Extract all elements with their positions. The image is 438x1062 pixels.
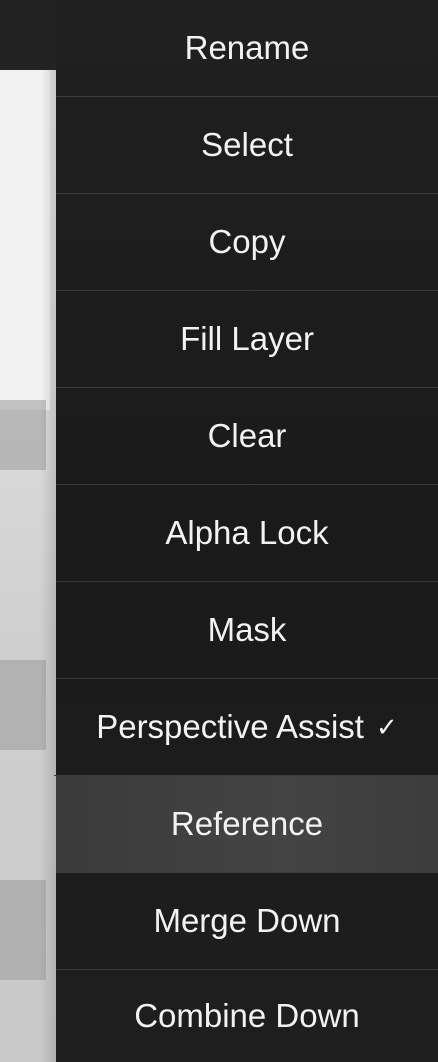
checkmark-icon: ✓ (375, 711, 398, 742)
menu-item-label: Combine Down (134, 997, 360, 1034)
menu-item-combine-down[interactable]: Combine Down (56, 970, 438, 1062)
panel-top-bar (0, 0, 56, 70)
menu-item-merge-down[interactable]: Merge Down (56, 873, 438, 970)
menu-item-mask[interactable]: Mask (56, 582, 438, 679)
layers-panel-background (0, 0, 64, 1062)
menu-item-clear[interactable]: Clear (56, 388, 438, 485)
menu-item-label: Rename (184, 29, 310, 66)
menu-item-rename[interactable]: Rename (56, 0, 438, 97)
menu-item-label: Select (201, 126, 293, 163)
menu-item-label: Perspective Assist (96, 708, 364, 745)
menu-item-alpha-lock[interactable]: Alpha Lock (56, 485, 438, 582)
layer-options-menu: Rename Select Copy Fill Layer Clear Alph… (54, 0, 438, 1062)
panel-shadow-edge (40, 70, 56, 1062)
menu-item-label: Merge Down (153, 902, 341, 939)
menu-item-label: Mask (207, 611, 287, 648)
menu-item-label: Alpha Lock (165, 514, 329, 551)
menu-item-label: Reference (170, 805, 324, 842)
menu-item-reference[interactable]: Reference (56, 776, 438, 873)
menu-item-perspective-assist[interactable]: Perspective Assist ✓ (54, 679, 438, 776)
menu-item-copy[interactable]: Copy (56, 194, 438, 291)
menu-item-label: Copy (208, 223, 286, 260)
menu-item-label: Fill Layer (180, 320, 314, 357)
menu-item-select[interactable]: Select (56, 97, 438, 194)
menu-item-fill-layer[interactable]: Fill Layer (56, 291, 438, 388)
layer-options-screen: Rename Select Copy Fill Layer Clear Alph… (0, 0, 438, 1062)
menu-item-label: Clear (207, 417, 287, 454)
